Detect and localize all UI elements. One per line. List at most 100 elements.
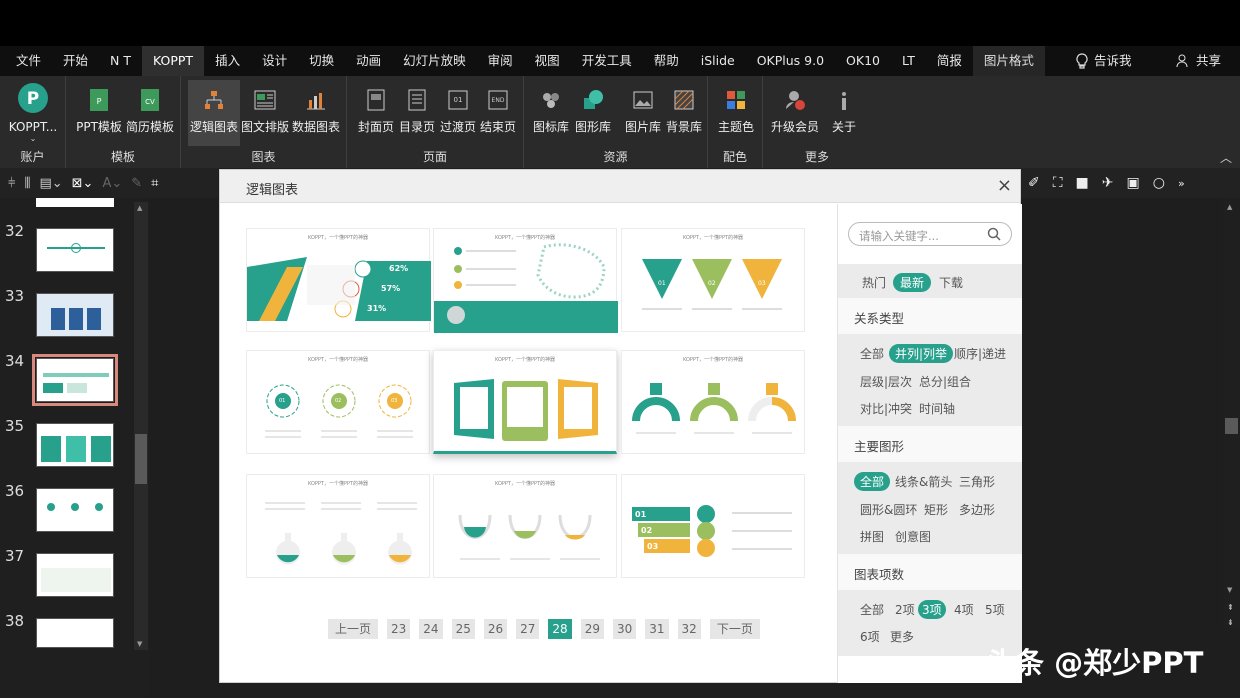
tag-3-items[interactable]: 3项 (918, 600, 946, 619)
scrollbar-thumb[interactable] (135, 434, 147, 484)
upgrade-member-button[interactable]: 升级会员 (769, 80, 821, 146)
tag-hierarchy[interactable]: 层级|层次 (856, 372, 916, 391)
menu-help[interactable]: 帮助 (643, 46, 690, 76)
next-slide-icon[interactable]: ⇟ (1227, 618, 1234, 627)
next-page-button[interactable]: 下一页 (709, 619, 760, 639)
template-card[interactable]: KOPPT，一个懂PPT的神器 01 02 03 (621, 228, 805, 332)
tag-4-items[interactable]: 4项 (950, 600, 978, 619)
page-button[interactable]: 29 (580, 619, 604, 639)
prev-slide-icon[interactable]: ⇞ (1227, 603, 1234, 612)
sort-download[interactable]: 下载 (935, 273, 967, 292)
select-area-icon[interactable]: ⛶ (1053, 175, 1063, 191)
slide-thumbnail-selected[interactable] (32, 354, 118, 406)
tag-all[interactable]: 全部 (854, 472, 891, 491)
page-button[interactable]: 27 (516, 619, 540, 639)
picture-icon[interactable]: ▣ (1127, 175, 1140, 191)
tag-total-part[interactable]: 总分|组合 (915, 372, 975, 391)
shape-library-button[interactable]: 图形库 (570, 80, 616, 146)
search-input[interactable]: 请输入关键字... (848, 222, 1012, 246)
icon-library-button[interactable]: 图标库 (528, 80, 574, 146)
tag-5-items[interactable]: 5项 (981, 600, 1009, 619)
koppt-account-button[interactable]: P KOPPT... ⌄ (6, 80, 60, 146)
menu-picture-format[interactable]: 图片格式 (972, 46, 1045, 76)
share-button[interactable]: 共享 (1176, 46, 1221, 76)
scroll-down-icon[interactable]: ▼ (1227, 586, 1232, 594)
template-card[interactable]: KOPPT，一个懂PPT的神器 (246, 474, 430, 578)
menu-file[interactable]: 文件 (0, 46, 52, 76)
template-card[interactable]: 01 02 03 (621, 474, 805, 578)
text-box-icon[interactable]: ▤⌄ (39, 176, 62, 191)
close-icon[interactable]: × (997, 175, 1012, 196)
data-chart-button[interactable]: 数据图表 (290, 80, 342, 146)
tag-more[interactable]: 更多 (886, 627, 918, 646)
page-button-current[interactable]: 28 (548, 619, 572, 639)
circle-icon[interactable]: ○ (1153, 175, 1165, 191)
menu-animation[interactable]: 动画 (345, 46, 392, 76)
menu-islide[interactable]: iSlide (690, 46, 746, 76)
end-page-button[interactable]: END 结束页 (473, 80, 523, 146)
menu-nt[interactable]: N T (99, 46, 142, 76)
brush-icon[interactable]: ✐ (1028, 175, 1040, 191)
page-button[interactable]: 25 (451, 619, 475, 639)
page-button[interactable]: 31 (645, 619, 669, 639)
resume-template-button[interactable]: CV 简历模板 (124, 80, 176, 146)
square-icon[interactable]: ■ (1076, 175, 1089, 191)
menu-koppt[interactable]: KOPPT (142, 46, 205, 76)
tag-circle-ring[interactable]: 圆形&圆环 (856, 500, 921, 519)
slide-thumbnail[interactable] (36, 488, 114, 532)
tag-2-items[interactable]: 2项 (891, 600, 919, 619)
menu-home[interactable]: 开始 (52, 46, 99, 76)
template-card-selected[interactable]: KOPPT，一个懂PPT的神器 (433, 350, 617, 454)
bird-icon[interactable]: ✈ (1102, 175, 1114, 191)
slide-thumbnail[interactable] (36, 618, 114, 648)
page-button[interactable]: 32 (677, 619, 701, 639)
slide-thumbnail[interactable] (36, 228, 114, 272)
scroll-up-icon[interactable]: ▲ (1227, 203, 1232, 211)
tag-sequence[interactable]: 顺序|递进 (950, 344, 1010, 363)
slide-thumbnail[interactable] (36, 423, 114, 467)
menu-transition[interactable]: 切换 (298, 46, 345, 76)
menu-design[interactable]: 设计 (251, 46, 298, 76)
image-library-button[interactable]: 图片库 (620, 80, 666, 146)
tag-parallel[interactable]: 并列|列举 (889, 344, 954, 363)
tag-line-arrow[interactable]: 线条&箭头 (891, 472, 956, 491)
slide-thumbnail[interactable] (36, 293, 114, 337)
editor-scrollbar[interactable]: ▲ ▼ ⇞ ⇟ (1223, 198, 1240, 628)
menu-brief[interactable]: 简报 (926, 46, 973, 76)
menu-slideshow[interactable]: 幻灯片放映 (392, 46, 477, 76)
about-button[interactable]: 关于 (818, 80, 870, 146)
menu-lt[interactable]: LT (891, 46, 926, 76)
background-library-button[interactable]: 背景库 (661, 80, 707, 146)
tag-triangle[interactable]: 三角形 (955, 472, 999, 491)
template-card[interactable]: KOPPT，一个懂PPT的神器 01 02 03 (246, 350, 430, 454)
more-tools-icon[interactable]: » (1178, 177, 1185, 190)
sort-latest[interactable]: 最新 (893, 273, 932, 292)
page-button[interactable]: 23 (387, 619, 411, 639)
page-button[interactable]: 24 (419, 619, 443, 639)
page-button[interactable]: 30 (612, 619, 637, 639)
layout-button[interactable]: 图文排版 (239, 80, 291, 146)
tag-all[interactable]: 全部 (856, 600, 888, 619)
crop-icon[interactable]: ⌗ (151, 176, 158, 191)
menu-okplus[interactable]: OKPlus 9.0 (746, 46, 835, 76)
menu-developer[interactable]: 开发工具 (571, 46, 643, 76)
slide-thumbnail[interactable] (36, 553, 114, 597)
tag-puzzle[interactable]: 拼图 (856, 527, 888, 546)
text-direction-icon[interactable]: ⊠⌄ (72, 176, 94, 191)
sort-hot[interactable]: 热门 (858, 273, 890, 292)
tag-polygon[interactable]: 多边形 (955, 500, 999, 519)
scrollbar-thumb[interactable] (1225, 418, 1238, 434)
menu-view[interactable]: 视图 (524, 46, 571, 76)
theme-color-button[interactable]: 主题色 (710, 80, 762, 146)
tag-all[interactable]: 全部 (856, 344, 888, 363)
template-card[interactable]: KOPPT，一个懂PPT的神器 62% 57% 31% (246, 228, 431, 332)
menu-review[interactable]: 审阅 (477, 46, 524, 76)
ppt-template-button[interactable]: P PPT模板 (73, 80, 125, 146)
template-card[interactable]: KOPPT，一个懂PPT的神器 (621, 350, 805, 454)
scroll-up-icon[interactable]: ▲ (137, 204, 142, 212)
collapse-ribbon-icon[interactable]: ︿ (1220, 149, 1232, 166)
thumbnail-scrollbar[interactable]: ▲ ▼ (134, 202, 148, 650)
logic-chart-button[interactable]: 逻辑图表 (188, 80, 240, 146)
tag-timeline[interactable]: 时间轴 (915, 399, 959, 418)
menu-ok10[interactable]: OK10 (835, 46, 891, 76)
